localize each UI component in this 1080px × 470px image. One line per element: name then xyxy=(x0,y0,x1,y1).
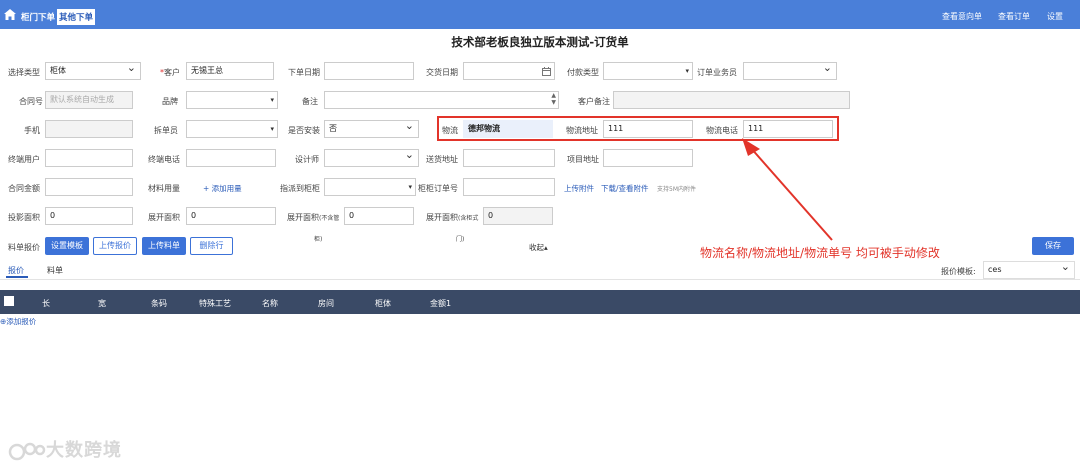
add-quote-button[interactable]: ⊕添加报价 xyxy=(0,316,36,327)
col-room: 房间 xyxy=(318,299,334,308)
active-tab-indicator xyxy=(6,276,28,278)
quote-template-label: 报价模板: xyxy=(941,267,976,276)
watermark: 大数跨境 xyxy=(8,436,122,462)
tab-bom[interactable]: 料单 xyxy=(47,265,63,276)
col-barcode: 条码 xyxy=(151,299,167,308)
col-width: 宽 xyxy=(98,299,106,308)
watermark-logo-icon xyxy=(8,442,46,461)
annotation-text: 物流名称/物流地址/物流单号 均可被手动修改 xyxy=(700,246,940,260)
col-cabinet: 柜体 xyxy=(375,299,391,308)
select-all-checkbox[interactable] xyxy=(4,296,14,306)
col-amount: 金额1 xyxy=(430,299,452,308)
col-name: 名称 xyxy=(262,299,278,308)
table-header: 长 宽 条码 特殊工艺 名称 房间 柜体 金额1 xyxy=(0,290,1080,314)
col-length: 长 xyxy=(42,299,50,308)
col-special-craft: 特殊工艺 xyxy=(199,299,231,308)
tab-quote[interactable]: 报价 xyxy=(8,265,24,276)
quote-template-select[interactable]: ces xyxy=(983,261,1075,279)
tabs-divider xyxy=(0,279,1080,280)
annotation-arrow xyxy=(742,138,833,241)
